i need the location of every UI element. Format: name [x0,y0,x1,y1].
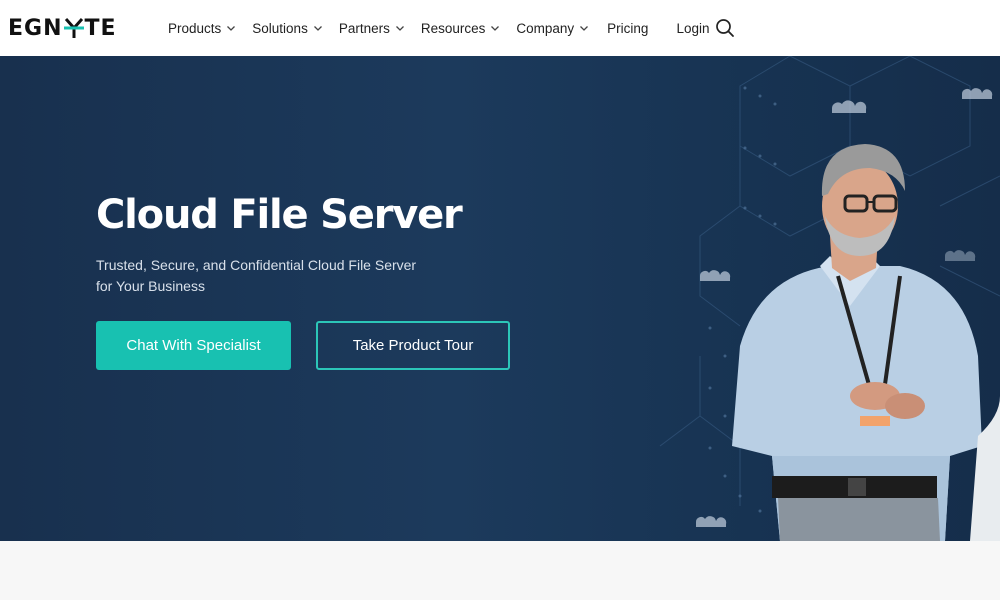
nav-menu: Products Solutions Partners Resources Co… [160,0,709,56]
chevron-down-icon [491,26,500,31]
nav-item-label: Solutions [252,20,308,36]
lower-section [0,541,1000,600]
nav-item-label: Company [516,20,575,36]
nav-item-login[interactable]: Login [676,0,709,56]
nav-item-products[interactable]: Products [160,0,244,56]
hero-section: Cloud File Server Trusted, Secure, and C… [0,56,1000,541]
search-icon [716,19,734,37]
chat-with-specialist-button[interactable]: Chat With Specialist [96,321,291,370]
chevron-down-icon [313,26,322,31]
egnyte-logo[interactable]: EGN TE [8,14,117,42]
search-button[interactable] [714,17,736,39]
nav-item-pricing[interactable]: Pricing [607,0,648,56]
chevron-down-icon [227,26,236,31]
nav-item-company[interactable]: Company [508,0,597,56]
take-product-tour-button[interactable]: Take Product Tour [316,321,510,370]
logo-text-right: TE [84,15,117,41]
nav-item-label: Partners [338,20,390,36]
nav-item-partners[interactable]: Partners [331,0,413,56]
top-navigation: EGN TE Products Solutions Partners Resou [0,0,1000,56]
hero-subtitle: Trusted, Secure, and Confidential Cloud … [96,257,417,294]
hero-title: Cloud File Server [96,192,463,238]
nav-item-label: Resources [420,20,486,36]
nav-item-solutions[interactable]: Solutions [244,0,331,56]
logo-mark-icon [63,17,84,39]
logo-text-left: EGN [8,15,63,41]
businessman-photo [732,144,1000,541]
chevron-down-icon [580,26,589,31]
nav-item-label: Products [168,20,222,36]
chevron-down-icon [395,26,404,31]
nav-item-resources[interactable]: Resources [413,0,509,56]
